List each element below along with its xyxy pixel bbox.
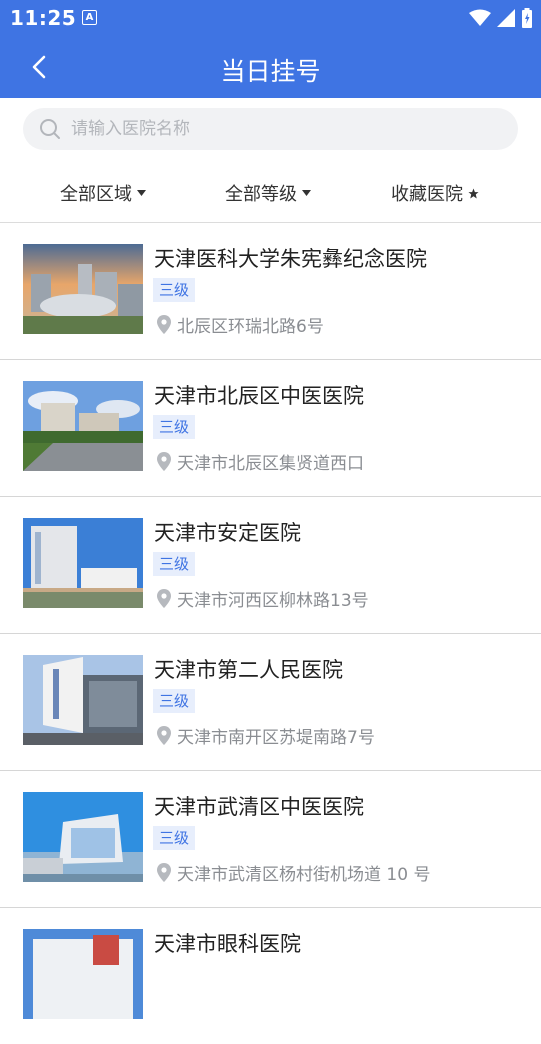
hospital-name: 天津市安定医院 <box>154 521 301 545</box>
hospital-address-text: 天津市南开区苏堤南路7号 <box>177 728 375 748</box>
hospital-level-badge: 三级 <box>153 415 196 439</box>
status-time: 11:25 <box>10 6 77 30</box>
star-icon <box>468 187 479 199</box>
hospital-address: 天津市南开区苏堤南路7号 <box>157 723 375 748</box>
hospital-address-text: 天津市武清区杨村街机场道 10 号 <box>177 865 431 885</box>
hospital-item[interactable]: 天津市武清区中医医院 三级 天津市武清区杨村街机场道 10 号 <box>0 771 541 908</box>
top-bar: 11:25 A 当日挂号 <box>0 0 541 98</box>
hospital-level-badge: 三级 <box>153 552 196 576</box>
triangle-down-icon <box>137 190 146 196</box>
location-pin-icon <box>157 863 171 882</box>
filter-bar: 全部区域 全部等级 收藏医院 <box>0 168 541 220</box>
location-pin-icon <box>157 589 171 608</box>
status-bar: 11:25 A <box>0 0 541 36</box>
hospital-item[interactable]: 天津市眼科医院 <box>0 908 541 1044</box>
hospital-image <box>23 381 143 471</box>
location-pin-icon <box>157 726 171 745</box>
battery-icon <box>522 8 532 28</box>
filter-favorites[interactable]: 收藏医院 <box>391 180 479 206</box>
hospital-name: 天津市第二人民医院 <box>154 658 343 682</box>
hospital-level-badge: 三级 <box>153 278 196 302</box>
hospital-item[interactable]: 天津市北辰区中医医院 三级 天津市北辰区集贤道西口 <box>0 360 541 497</box>
location-pin-icon <box>157 315 171 334</box>
hospital-image <box>23 655 143 745</box>
page-title: 当日挂号 <box>220 57 321 86</box>
nav-bar: 当日挂号 <box>0 36 541 98</box>
hospital-image <box>23 518 143 608</box>
filter-level-label: 全部等级 <box>225 184 297 205</box>
filter-level[interactable]: 全部等级 <box>225 180 311 206</box>
hospital-address: 北辰区环瑞北路6号 <box>157 312 324 337</box>
hospital-name: 天津市北辰区中医医院 <box>154 384 364 408</box>
hospital-name: 天津市眼科医院 <box>154 932 301 956</box>
hospital-name: 天津市武清区中医医院 <box>154 795 364 819</box>
triangle-down-icon <box>302 190 311 196</box>
filter-region[interactable]: 全部区域 <box>60 180 146 206</box>
hospital-address-text: 天津市河西区柳林路13号 <box>177 591 369 611</box>
hospital-name: 天津医科大学朱宪彝纪念医院 <box>154 247 427 271</box>
hospital-image <box>23 244 143 334</box>
hospital-address-text: 北辰区环瑞北路6号 <box>177 317 324 337</box>
hospital-image <box>23 792 143 882</box>
location-pin-icon <box>157 452 171 471</box>
hospital-item[interactable]: 天津医科大学朱宪彝纪念医院 三级 北辰区环瑞北路6号 <box>0 223 541 360</box>
filter-region-label: 全部区域 <box>60 184 132 205</box>
hospital-list: 天津医科大学朱宪彝纪念医院 三级 北辰区环瑞北路6号 天津市北辰区中医医院 三级 <box>0 223 541 1044</box>
wifi-icon <box>469 9 491 26</box>
hospital-level-badge: 三级 <box>153 826 196 850</box>
status-icons <box>469 7 533 29</box>
signal-icon <box>497 9 515 27</box>
hospital-level-badge: 三级 <box>153 689 196 713</box>
search-bar[interactable] <box>23 108 518 150</box>
hospital-address: 天津市河西区柳林路13号 <box>157 586 369 611</box>
hospital-address: 天津市武清区杨村街机场道 10 号 <box>157 860 430 885</box>
hospital-item[interactable]: 天津市第二人民医院 三级 天津市南开区苏堤南路7号 <box>0 634 541 771</box>
search-input[interactable] <box>69 118 473 140</box>
hospital-address-text: 天津市北辰区集贤道西口 <box>177 454 364 474</box>
search-icon <box>40 119 60 139</box>
notification-icon: A <box>82 10 97 25</box>
hospital-address: 天津市北辰区集贤道西口 <box>157 449 364 474</box>
hospital-item[interactable]: 天津市安定医院 三级 天津市河西区柳林路13号 <box>0 497 541 634</box>
filter-favorites-label: 收藏医院 <box>391 184 463 205</box>
hospital-image <box>23 929 143 1019</box>
